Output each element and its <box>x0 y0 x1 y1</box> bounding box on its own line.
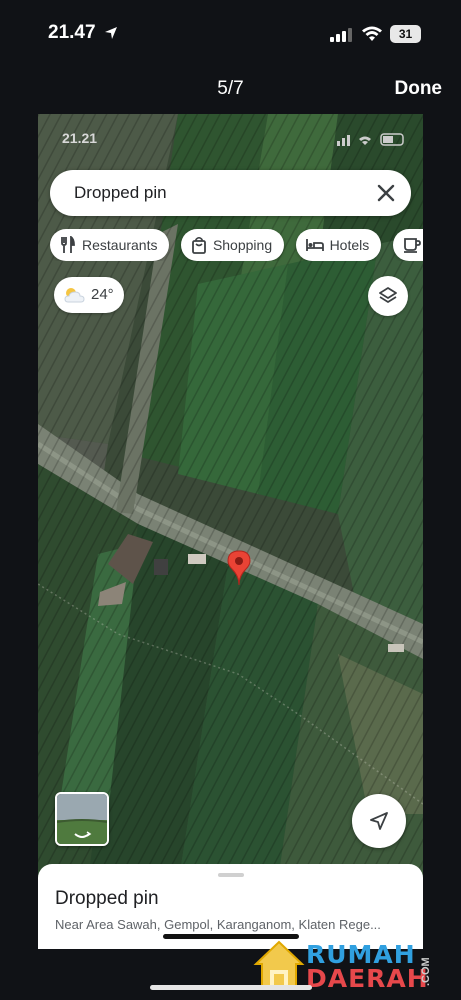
image-counter: 5/7 <box>217 78 244 99</box>
map-pin-icon[interactable] <box>227 550 251 586</box>
cellular-signal-icon <box>330 28 352 42</box>
inner-status-time: 21.21 <box>62 130 98 146</box>
status-bar: 21.47 31 <box>0 0 461 62</box>
chip-label: Shopping <box>212 237 273 253</box>
location-arrow-icon <box>105 27 117 39</box>
bed-icon <box>305 239 324 251</box>
chip-label: Hotels <box>329 237 370 253</box>
shopping-bag-icon <box>192 236 206 254</box>
place-title: Dropped pin <box>55 888 159 909</box>
close-icon[interactable] <box>375 182 397 204</box>
navigation-arrow-icon <box>370 812 388 830</box>
done-button[interactable]: Done <box>395 78 443 100</box>
maps-screenshot: 21.21 Dropped pin Restaurants Shopping H… <box>38 114 423 949</box>
layers-icon <box>379 287 397 303</box>
viewer-header: 5/7 Done <box>0 62 461 114</box>
wifi-icon <box>362 26 382 41</box>
place-address: Near Area Sawah, Gempol, Karanganom, Kla… <box>55 917 381 932</box>
chip-hotels[interactable]: Hotels <box>295 229 382 261</box>
fork-knife-icon <box>61 236 75 253</box>
coffee-icon <box>403 238 421 253</box>
chip-coffee[interactable] <box>392 229 423 261</box>
my-location-button[interactable] <box>352 794 406 848</box>
drag-handle[interactable] <box>218 873 244 877</box>
watermark-suffix: .COM <box>420 957 432 986</box>
layers-button[interactable] <box>368 276 408 316</box>
chip-restaurants[interactable]: Restaurants <box>50 229 170 261</box>
street-view-thumbnail[interactable] <box>55 792 109 846</box>
chip-shopping[interactable]: Shopping <box>180 229 285 261</box>
search-bar[interactable]: Dropped pin <box>50 170 411 216</box>
outer-home-indicator <box>150 985 312 990</box>
photo-viewer-screen: 21.47 31 5/7 Done 21.21 Dropped pin Rest… <box>0 0 461 1000</box>
category-chips: Restaurants Shopping Hotels <box>50 229 423 261</box>
street-view-image <box>57 794 107 844</box>
inner-status-icons <box>337 133 404 146</box>
house-logo-icon <box>253 940 305 989</box>
chip-label: Restaurants <box>82 237 158 253</box>
watermark-line2: DAERAH <box>306 964 429 993</box>
weather-chip[interactable]: 24° <box>54 277 124 313</box>
status-time: 21.47 <box>48 22 96 43</box>
partly-cloudy-icon <box>64 288 85 303</box>
weather-temp: 24° <box>91 286 114 303</box>
search-input[interactable]: Dropped pin <box>74 183 167 203</box>
battery-icon: 31 <box>390 25 421 43</box>
